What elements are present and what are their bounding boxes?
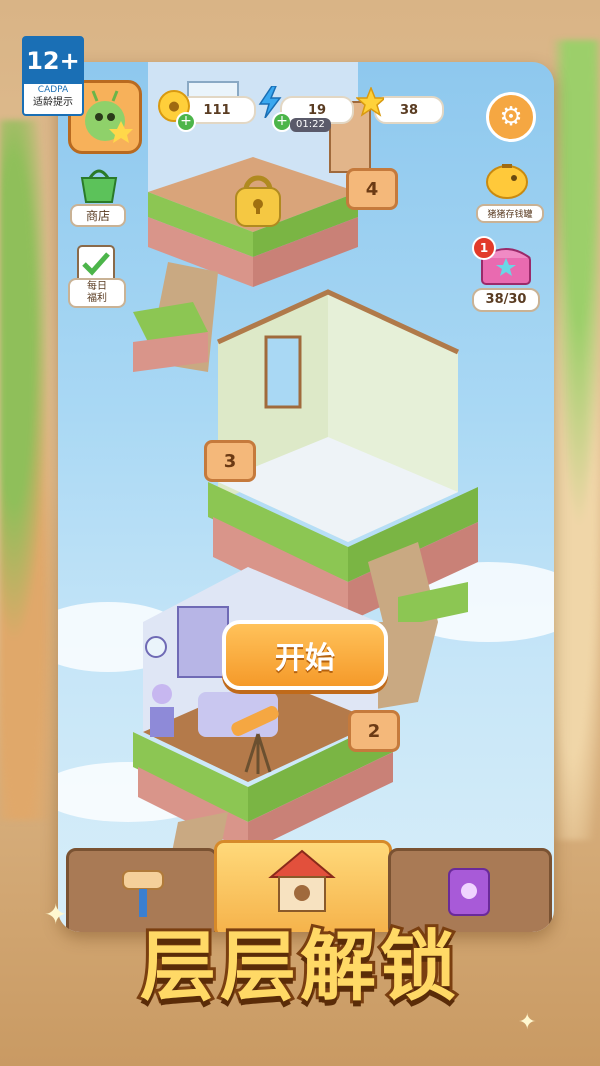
daily-rewards-label: 每日 福利: [68, 278, 126, 308]
treasure-chest-button[interactable]: 1 38/30: [472, 236, 542, 312]
age-rating-tip: 适龄提示: [33, 97, 73, 108]
floor-3-label[interactable]: 3: [204, 440, 256, 482]
sparkle-icon: ✦: [44, 898, 68, 931]
start-button[interactable]: 开始: [222, 620, 388, 690]
shop-label: 商店: [70, 204, 126, 227]
star-icon: [356, 87, 384, 117]
settings-button[interactable]: ⚙: [486, 92, 536, 142]
energy-timer: 01:22: [290, 118, 331, 132]
sparkle-icon: ✦: [518, 1010, 537, 1035]
age-rating-badge: 12+ CADPA 适龄提示: [22, 36, 84, 116]
add-energy-button[interactable]: +: [272, 112, 292, 132]
chest-progress: 38/30: [472, 288, 540, 312]
add-coins-button[interactable]: +: [176, 112, 196, 132]
stars-counter: 38: [374, 96, 444, 124]
age-rating-org: CADPA: [37, 85, 69, 95]
daily-rewards-button[interactable]: 每日 福利: [66, 240, 128, 308]
age-rating: 12+: [24, 38, 82, 84]
shopping-basket-icon: [80, 169, 118, 203]
promo-headline: 层层解锁: [137, 919, 460, 1014]
piggy-bank-icon: [486, 164, 528, 199]
gear-icon: ⚙: [499, 102, 523, 132]
daily-label-line-2: 福利: [87, 293, 107, 304]
floor-2-label[interactable]: 2: [348, 710, 400, 752]
shop-button[interactable]: 商店: [68, 162, 128, 227]
chest-notification-badge: 1: [472, 236, 496, 260]
piggy-bank-button[interactable]: 猪猪存钱罐: [476, 156, 544, 226]
piggy-bank-label: 猪猪存钱罐: [476, 204, 544, 223]
floor-4-label[interactable]: 4: [346, 168, 398, 210]
daily-label-line-1: 每日: [87, 281, 107, 292]
alien-icon: [85, 90, 133, 143]
